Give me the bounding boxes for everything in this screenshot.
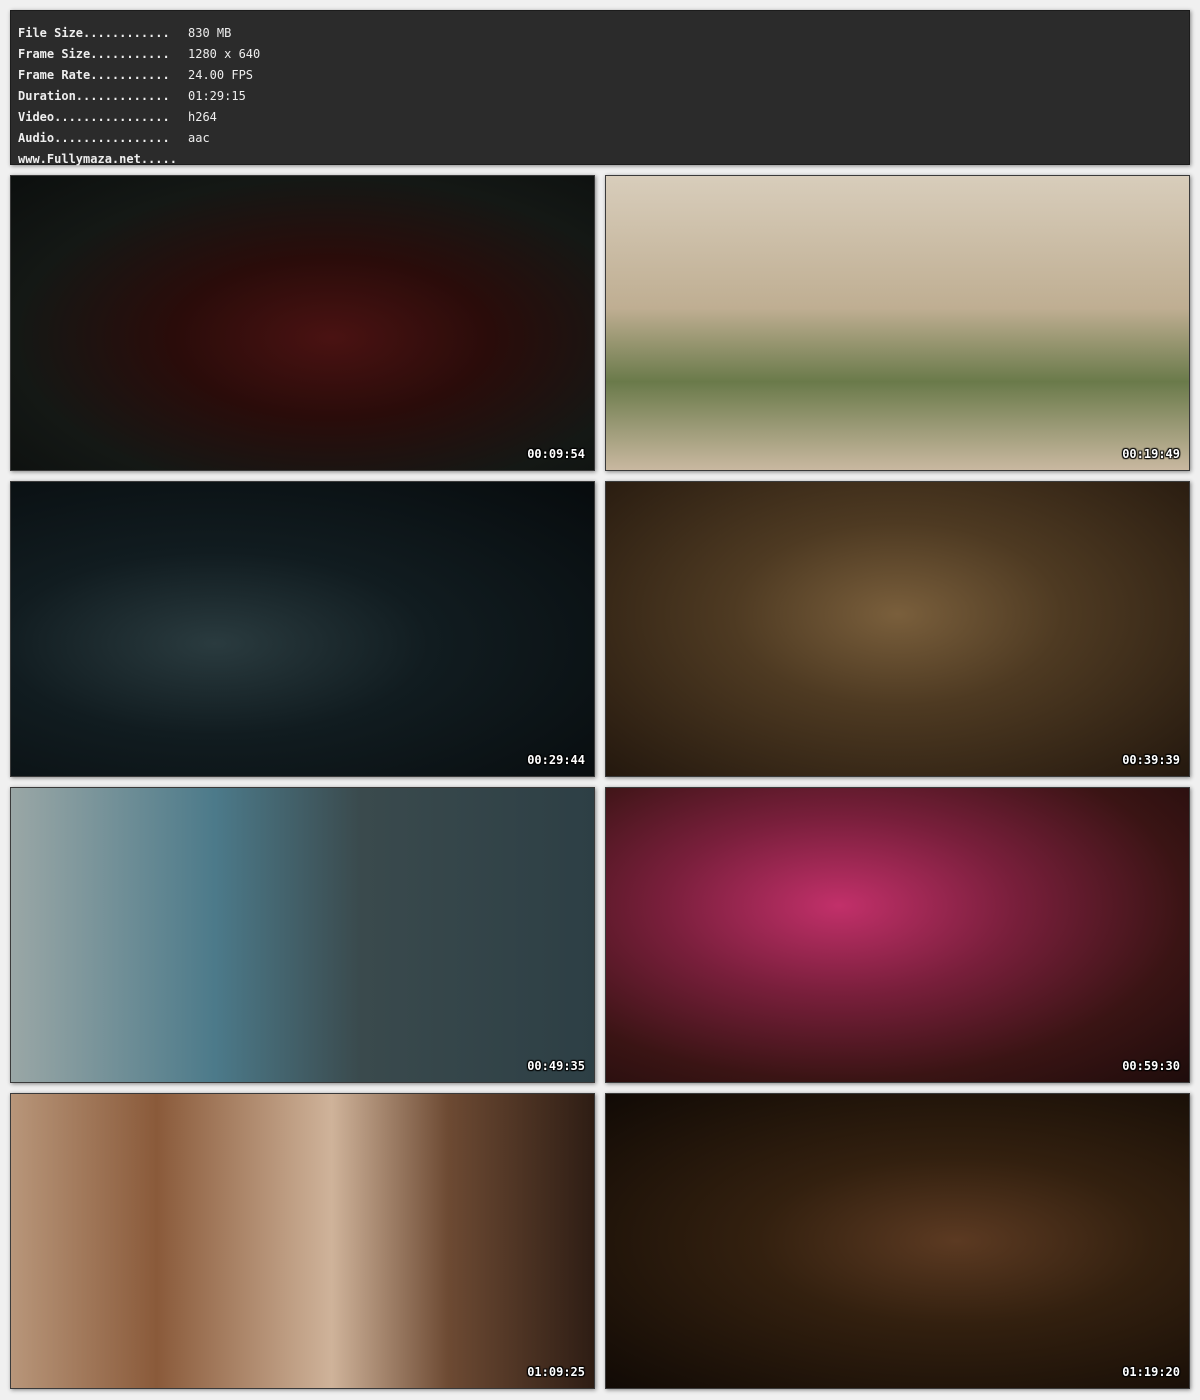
info-key: Video................ [18, 110, 170, 124]
info-row-website: www.Fullymaza.net..... [18, 149, 188, 170]
thumbnail-timestamp: 00:59:30 [1122, 1059, 1180, 1073]
info-key: www.Fullymaza.net..... [18, 152, 177, 166]
thumbnail-image [11, 788, 594, 1082]
info-key: File Size............ [18, 26, 170, 40]
info-value: 1280 x 640 [188, 47, 261, 61]
info-row-frame-size: Frame Size........... 1280 x 640 [18, 44, 260, 65]
thumbnail-frame: 00:59:30 [605, 787, 1190, 1083]
thumbnail-image [11, 1094, 594, 1388]
info-key: Audio................ [18, 131, 170, 145]
thumbnail-image [11, 176, 594, 470]
thumbnail-timestamp: 00:39:39 [1122, 753, 1180, 767]
info-value: 01:29:15 [188, 89, 246, 103]
info-row-video: Video................ h264 [18, 107, 217, 128]
info-value: 24.00 FPS [188, 68, 254, 82]
thumbnail-timestamp: 01:19:20 [1122, 1365, 1180, 1379]
info-row-file-size: File Size............ 830 MB [18, 23, 231, 44]
thumbnail-frame: 00:19:49 [605, 175, 1190, 471]
thumbnail-frame: 01:19:20 [605, 1093, 1190, 1389]
thumbnail-image [606, 1094, 1189, 1388]
media-info-panel: File Size............ 830 MB Frame Size..… [10, 10, 1190, 166]
info-value: 830 MB [188, 26, 232, 40]
thumbnail-image [11, 482, 594, 776]
thumbnail-timestamp: 00:29:44 [527, 753, 585, 767]
info-value: aac [188, 131, 210, 145]
info-key: Frame Rate........... [18, 68, 170, 82]
info-key: Duration............. [18, 89, 170, 103]
thumbnail-frame: 00:49:35 [10, 787, 595, 1083]
thumbnail-frame: 00:29:44 [10, 481, 595, 777]
thumbnail-image [606, 176, 1189, 470]
thumbnail-timestamp: 00:19:49 [1122, 447, 1180, 461]
info-key: Frame Size........... [18, 47, 170, 61]
thumbnail-image [606, 482, 1189, 776]
thumbnail-image [606, 788, 1189, 1082]
thumbnail-timestamp: 01:09:25 [527, 1365, 585, 1379]
thumbnail-timestamp: 00:49:35 [527, 1059, 585, 1073]
info-value: h264 [188, 110, 217, 124]
thumbnail-frame: 00:09:54 [10, 175, 595, 471]
thumbnail-frame: 00:39:39 [605, 481, 1190, 777]
info-row-duration: Duration............. 01:29:15 [18, 86, 246, 107]
info-row-frame-rate: Frame Rate........... 24.00 FPS [18, 65, 253, 86]
thumbnail-timestamp: 00:09:54 [527, 447, 585, 461]
info-row-audio: Audio................ aac [18, 128, 210, 149]
thumbnail-frame: 01:09:25 [10, 1093, 595, 1389]
